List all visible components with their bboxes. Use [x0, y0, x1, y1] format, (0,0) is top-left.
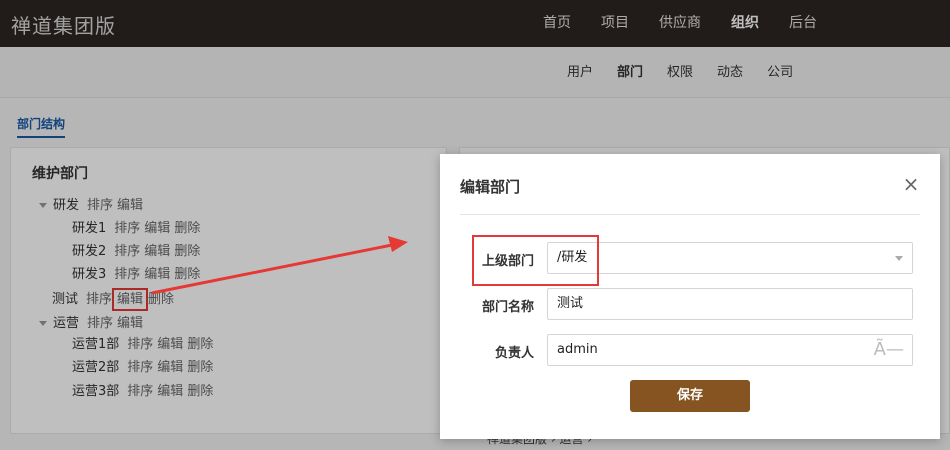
dialog-title: 编辑部门 — [460, 178, 521, 196]
dept-name-label: 部门名称 — [481, 300, 534, 315]
save-button[interactable]: 保存 — [630, 380, 750, 412]
parent-dept-select[interactable]: /研发 — [547, 242, 913, 274]
divider — [460, 214, 920, 215]
close-icon[interactable]: × — [900, 174, 922, 196]
parent-dept-highlight — [472, 235, 599, 286]
chosen-dropdown-icon: Ã— — [873, 339, 904, 360]
dept-name-value: 测试 — [557, 296, 584, 311]
chevron-down-icon — [895, 256, 903, 261]
manager-value: admin — [557, 342, 598, 357]
manager-select[interactable]: admin Ã— — [547, 334, 913, 366]
dept-name-field[interactable]: 测试 — [547, 288, 913, 320]
edit-department-dialog: 编辑部门 × 上级部门 /研发 部门名称 测试 负责人 admin Ã— 保存 — [440, 154, 940, 439]
manager-label: 负责人 — [494, 346, 534, 361]
